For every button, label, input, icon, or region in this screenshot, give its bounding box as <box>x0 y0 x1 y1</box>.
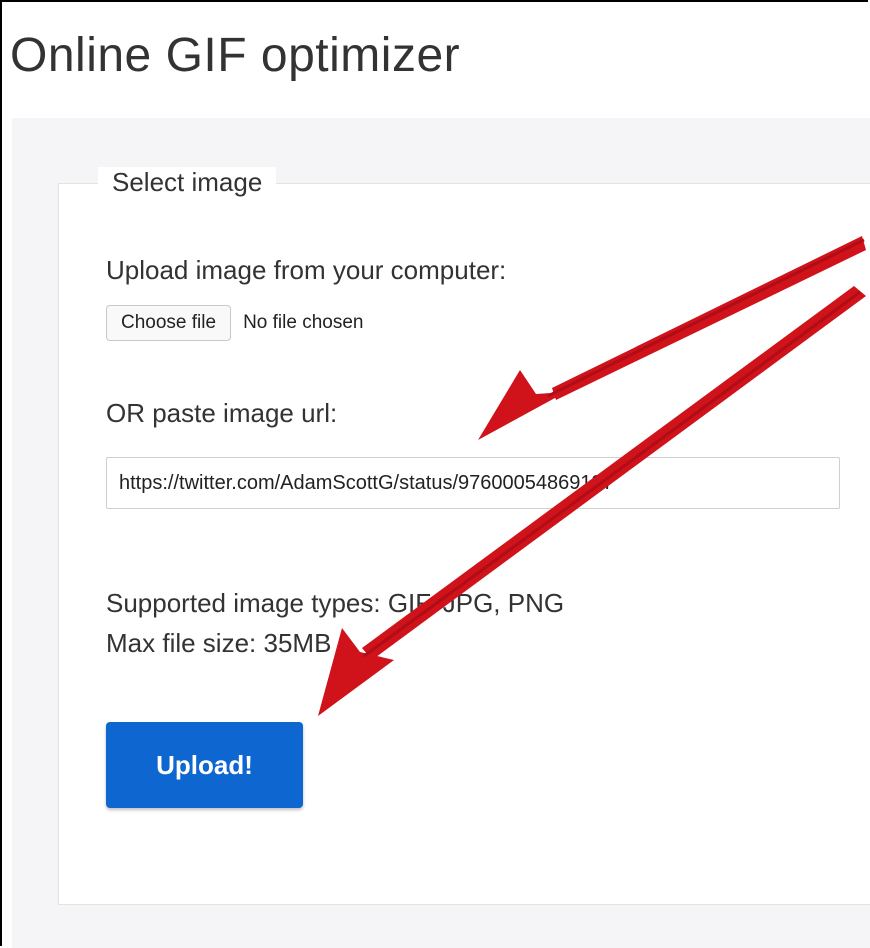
fieldset-legend: Select image <box>98 167 277 198</box>
file-input[interactable]: Choose file No file chosen <box>106 305 363 341</box>
supported-types-text: Supported image types: GIF, JPG, PNG <box>106 588 565 618</box>
choose-file-button[interactable]: Choose file <box>106 305 232 341</box>
no-file-chosen-text: No file chosen <box>243 312 364 333</box>
image-url-input[interactable] <box>106 457 840 509</box>
upload-label: Upload image from your computer: <box>106 255 507 285</box>
page-title: Online GIF optimizer <box>10 29 461 82</box>
url-label: OR paste image url: <box>106 398 338 428</box>
max-file-size-text: Max file size: 35MB <box>106 628 332 658</box>
upload-button[interactable]: Upload! <box>106 722 303 808</box>
